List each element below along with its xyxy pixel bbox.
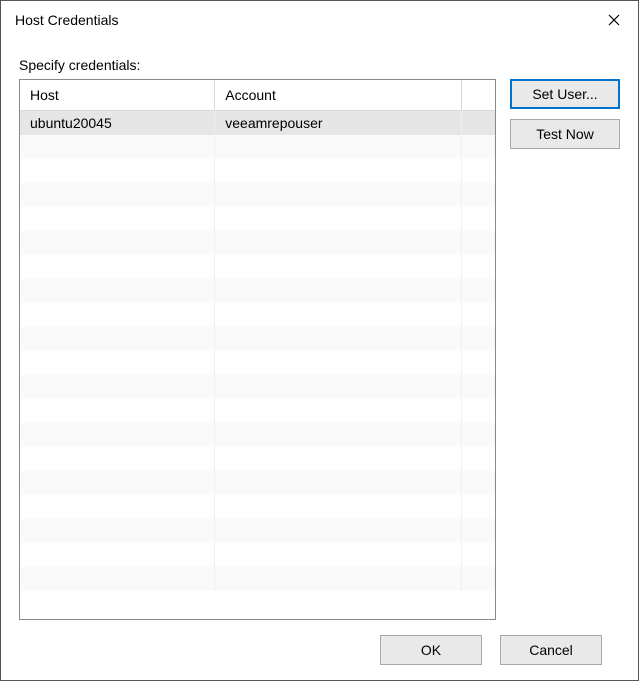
table-header-row: Host Account bbox=[20, 80, 495, 110]
column-header-host[interactable]: Host bbox=[20, 80, 215, 110]
titlebar: Host Credentials bbox=[1, 1, 638, 39]
close-button[interactable] bbox=[590, 1, 638, 39]
table-row-empty bbox=[20, 447, 495, 471]
dialog-footer: OK Cancel bbox=[19, 620, 620, 680]
specify-credentials-label: Specify credentials: bbox=[19, 57, 620, 73]
table-row-empty bbox=[20, 159, 495, 183]
side-buttons: Set User... Test Now bbox=[510, 79, 620, 620]
cancel-button[interactable]: Cancel bbox=[500, 635, 602, 665]
test-now-button[interactable]: Test Now bbox=[510, 119, 620, 149]
table-row-empty bbox=[20, 231, 495, 255]
table-row[interactable]: ubuntu20045 veeamrepouser bbox=[20, 110, 495, 135]
host-credentials-dialog: Host Credentials Specify credentials: bbox=[0, 0, 639, 681]
table-row-empty bbox=[20, 543, 495, 567]
credentials-table[interactable]: Host Account ubuntu20045 veeamrepouser bbox=[19, 79, 496, 620]
dialog-content: Specify credentials: Host Account bbox=[1, 39, 638, 680]
table-row-empty bbox=[20, 423, 495, 447]
table-row-empty bbox=[20, 375, 495, 399]
table-row-empty bbox=[20, 183, 495, 207]
ok-button[interactable]: OK bbox=[380, 635, 482, 665]
table-row-empty bbox=[20, 399, 495, 423]
table-row-empty bbox=[20, 255, 495, 279]
close-icon bbox=[608, 14, 620, 26]
table-row-empty bbox=[20, 495, 495, 519]
cell-host: ubuntu20045 bbox=[20, 110, 215, 135]
table-row-empty bbox=[20, 471, 495, 495]
table-row-empty bbox=[20, 135, 495, 159]
work-area: Host Account ubuntu20045 veeamrepouser bbox=[19, 79, 620, 620]
table-row-empty bbox=[20, 303, 495, 327]
window-title: Host Credentials bbox=[15, 12, 590, 28]
table-row-empty bbox=[20, 279, 495, 303]
column-header-spacer bbox=[462, 80, 495, 110]
table-row-empty bbox=[20, 327, 495, 351]
table-row-empty bbox=[20, 519, 495, 543]
cell-account: veeamrepouser bbox=[215, 110, 462, 135]
table-row-empty bbox=[20, 207, 495, 231]
set-user-button[interactable]: Set User... bbox=[510, 79, 620, 109]
table-row-empty bbox=[20, 567, 495, 591]
table-row-empty bbox=[20, 351, 495, 375]
column-header-account[interactable]: Account bbox=[215, 80, 462, 110]
